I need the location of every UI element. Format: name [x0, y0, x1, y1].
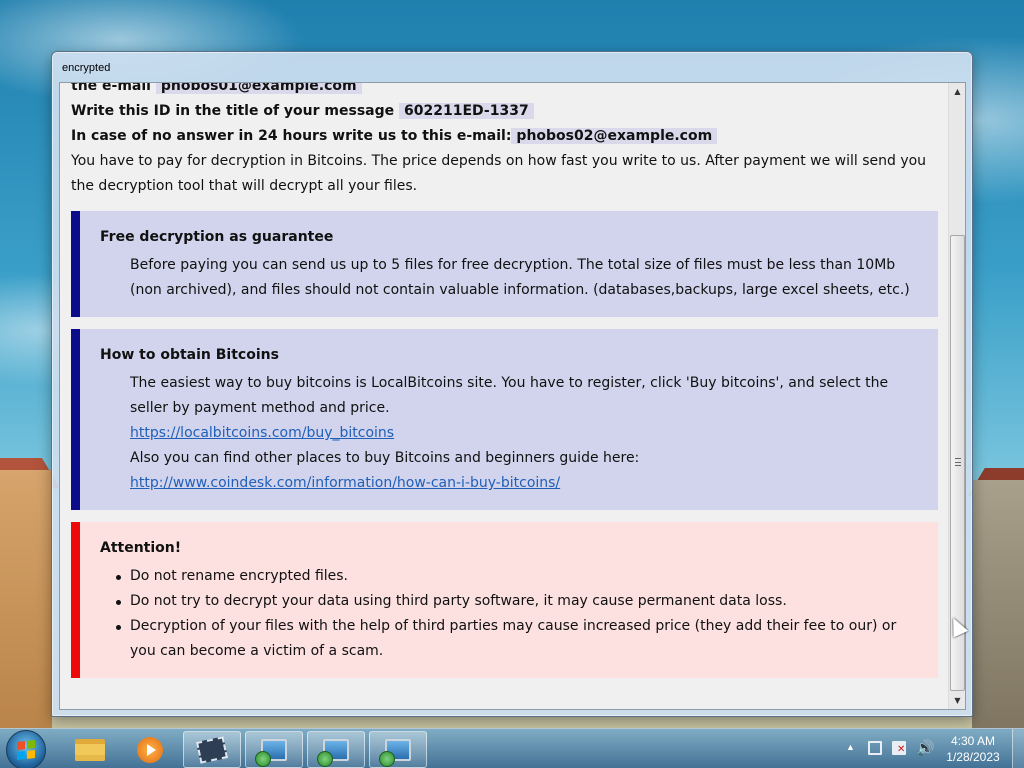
bitcoins-text: The easiest way to buy bitcoins is Local…: [130, 375, 889, 416]
show-hidden-icons-icon[interactable]: ▲: [846, 742, 855, 752]
clock-time: 4:30 AM: [950, 734, 996, 748]
email1-line: the e-mail phobos01@example.com: [71, 83, 950, 99]
background-building-right: [972, 480, 1024, 730]
attention-item: Decryption of your files with the help o…: [114, 614, 924, 664]
show-desktop-button[interactable]: [1012, 729, 1024, 768]
network-icon[interactable]: [868, 741, 882, 755]
email2-value: phobos02@example.com: [511, 128, 718, 144]
email2-label: In case of no answer in 24 hours write u…: [71, 128, 512, 144]
system-tray: ▲ 🔊 4:30 AM 1/28/2023: [840, 729, 1024, 768]
window-client-area: the e-mail phobos01@example.com Write th…: [59, 82, 966, 710]
start-button[interactable]: [6, 730, 46, 768]
taskbar-movie-maker[interactable]: [183, 731, 241, 768]
bitcoins-heading: How to obtain Bitcoins: [100, 347, 279, 363]
taskbar-app-3[interactable]: [369, 731, 427, 768]
windows-logo-icon: [17, 740, 35, 760]
background-building-left: [0, 470, 52, 730]
scroll-up-icon[interactable]: ▲: [949, 83, 965, 100]
taskbar-app-2[interactable]: [307, 731, 365, 768]
scroll-down-icon[interactable]: ▼: [949, 692, 965, 709]
clock-date: 1/28/2023: [946, 750, 1000, 764]
bitcoins-text2: Also you can find other places to buy Bi…: [130, 450, 640, 466]
payment-text: You have to pay for decryption in Bitcoi…: [71, 153, 927, 194]
bitcoins-box: How to obtain Bitcoins The easiest way t…: [71, 329, 938, 510]
ransom-note-window: encrypted the e-mail phobos01@example.co…: [51, 51, 973, 717]
email1-value: phobos01@example.com: [155, 83, 362, 94]
film-icon: [196, 735, 228, 764]
attention-item: Do not rename encrypted files.: [114, 564, 924, 589]
taskbar-app-1[interactable]: [245, 731, 303, 768]
free-decryption-box: Free decryption as guarantee Before payi…: [71, 211, 938, 317]
attention-list: Do not rename encrypted files. Do not tr…: [100, 564, 924, 664]
email1-label: the e-mail: [71, 83, 151, 94]
note-content[interactable]: the e-mail phobos01@example.com Write th…: [60, 83, 950, 709]
computer-icon: [379, 738, 411, 767]
free-decryption-text: Before paying you can send us up to 5 fi…: [130, 257, 910, 298]
coindesk-link[interactable]: http://www.coindesk.com/information/how-…: [130, 475, 560, 491]
media-player-icon: [137, 736, 163, 763]
free-decryption-heading: Free decryption as guarantee: [100, 229, 334, 245]
taskbar-media-player[interactable]: [121, 731, 179, 768]
email2-line: In case of no answer in 24 hours write u…: [71, 124, 950, 149]
id-label: Write this ID in the title of your messa…: [71, 103, 395, 119]
attention-heading: Attention!: [100, 540, 182, 556]
taskbar: ▲ 🔊 4:30 AM 1/28/2023: [0, 728, 1024, 768]
taskbar-explorer[interactable]: [61, 731, 119, 768]
computer-icon: [255, 738, 287, 767]
id-value: 602211ED-1337: [399, 103, 534, 119]
window-title: encrypted: [62, 62, 111, 74]
clock[interactable]: 4:30 AM 1/28/2023: [942, 733, 1004, 765]
volume-icon[interactable]: 🔊: [916, 739, 935, 757]
folder-icon: [75, 738, 105, 761]
attention-box: Attention! Do not rename encrypted files…: [71, 522, 938, 678]
id-line: Write this ID in the title of your messa…: [71, 99, 950, 124]
computer-icon: [317, 738, 349, 767]
scrollbar-grip-icon: [955, 458, 961, 466]
action-center-icon[interactable]: [892, 741, 906, 755]
localbitcoins-link[interactable]: https://localbitcoins.com/buy_bitcoins: [130, 425, 394, 441]
attention-item: Do not try to decrypt your data using th…: [114, 589, 924, 614]
